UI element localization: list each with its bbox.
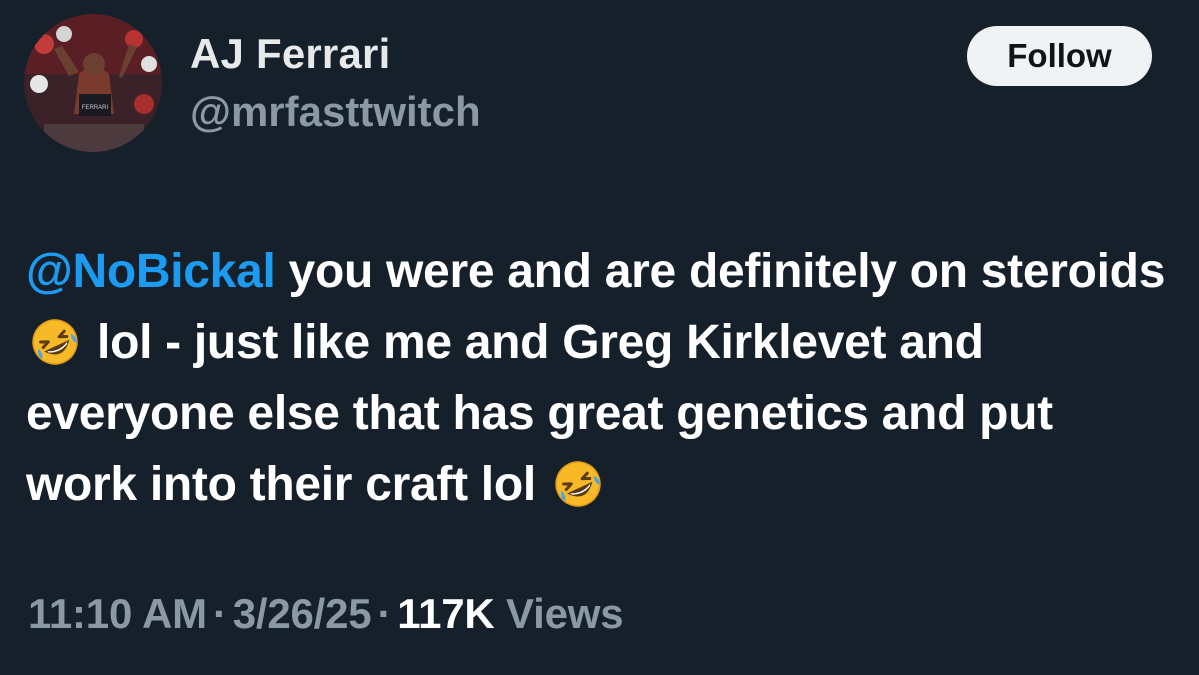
tweet-text-part-2: lol - just like me and Greg Kirklevet an… bbox=[26, 316, 1053, 511]
tweet-date[interactable]: 3/26/25 bbox=[233, 590, 372, 637]
user-handle[interactable]: @mrfasttwitch bbox=[190, 88, 481, 136]
rolling-on-floor-laughing-emoji-icon bbox=[32, 319, 78, 365]
tweet-meta: 11:10 AM · 3/26/25 · 117K Views bbox=[28, 590, 624, 638]
svg-text:FERRARI: FERRARI bbox=[82, 105, 109, 111]
meta-separator: · bbox=[377, 590, 392, 637]
mention-link[interactable]: @NoBickal bbox=[26, 245, 276, 298]
views-count: 117K bbox=[397, 590, 495, 637]
display-name[interactable]: AJ Ferrari bbox=[190, 30, 390, 78]
follow-button[interactable]: Follow bbox=[967, 26, 1152, 86]
rolling-on-floor-laughing-emoji-icon bbox=[555, 461, 601, 507]
tweet-text: @NoBickal you were and are definitely on… bbox=[26, 236, 1166, 520]
meta-separator: · bbox=[212, 590, 227, 637]
tweet-time[interactable]: 11:10 AM bbox=[28, 590, 207, 637]
avatar-image: FERRARI bbox=[24, 14, 162, 152]
views-label: Views bbox=[506, 590, 624, 637]
avatar[interactable]: FERRARI bbox=[24, 14, 162, 152]
tweet-text-part-1: you were and are definitely on steroids bbox=[275, 245, 1166, 298]
